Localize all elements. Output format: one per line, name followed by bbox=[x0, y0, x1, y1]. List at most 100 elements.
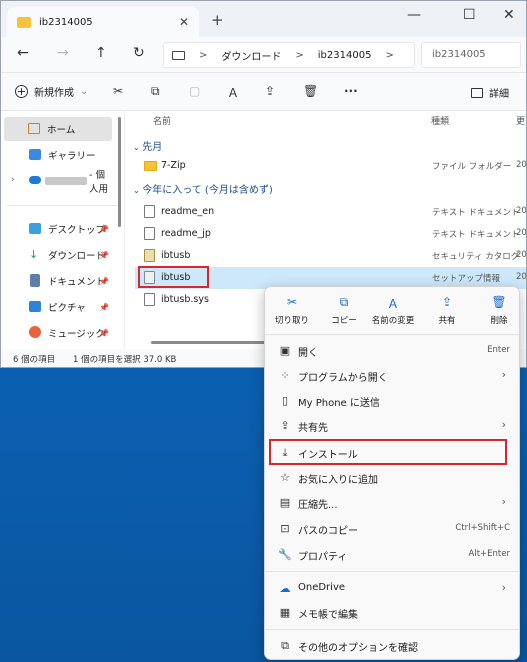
breadcrumb-downloads[interactable]: ダウンロード bbox=[221, 48, 281, 63]
file-date: 20 bbox=[516, 206, 527, 216]
computer-icon bbox=[172, 50, 185, 60]
pictures-icon bbox=[29, 301, 41, 312]
file-row[interactable]: ibtusb セキュリティ カタログ 20 bbox=[136, 245, 526, 267]
details-label: 詳細 bbox=[489, 89, 509, 100]
maximize-button[interactable]: ☐ bbox=[463, 7, 476, 23]
cut-icon[interactable]: ✂ bbox=[113, 84, 123, 98]
column-header-name[interactable]: 名前 bbox=[153, 114, 171, 127]
forward-button[interactable]: → bbox=[57, 45, 69, 61]
search-input[interactable]: ib2314005 bbox=[421, 42, 521, 68]
new-button-label: 新規作成 bbox=[34, 88, 74, 99]
apps-icon: ⁘ bbox=[280, 369, 290, 382]
file-row[interactable]: 7-Zip ファイル フォルダー 20 bbox=[136, 155, 527, 177]
group-header-last-month[interactable]: ⌄ 先月 bbox=[133, 138, 162, 153]
menu-item-label: プロパティ bbox=[298, 552, 348, 563]
more-options-button[interactable]: ··· bbox=[344, 84, 358, 98]
column-header-type[interactable]: 種類 bbox=[431, 114, 449, 127]
details-pane-button[interactable]: 詳細 bbox=[471, 85, 509, 100]
copy-icon[interactable]: ⧉ bbox=[151, 84, 160, 99]
delete-icon[interactable]: 🗑 bbox=[303, 84, 318, 98]
folder-icon bbox=[144, 161, 157, 171]
pin-icon: 📌 bbox=[99, 328, 109, 338]
sidebar-item-home[interactable]: ホーム bbox=[4, 117, 112, 141]
minimize-button[interactable]: — bbox=[407, 7, 421, 23]
rename-icon: Ａ bbox=[386, 297, 399, 311]
new-button[interactable]: + 新規作成 ⌄ bbox=[15, 84, 88, 99]
divider bbox=[7, 205, 117, 206]
cut-button[interactable]: ✂ 切り取り bbox=[267, 295, 317, 331]
menu-item-label: 共有先 bbox=[298, 423, 328, 434]
menu-item-compress[interactable]: ▤ 圧縮先... › bbox=[270, 491, 516, 515]
copy-path-icon: ⊡ bbox=[280, 522, 290, 535]
cut-icon: ✂ bbox=[286, 295, 298, 309]
menu-item-open-with[interactable]: ⁘ プログラムから開く › bbox=[270, 364, 516, 388]
menu-item-share-with[interactable]: ⇪ 共有先 › bbox=[270, 414, 516, 438]
menu-item-label: お気に入りに追加 bbox=[298, 475, 378, 486]
highlight-box-install bbox=[269, 439, 507, 465]
sidebar-item-downloads[interactable]: ↓ ダウンロード 📌 bbox=[5, 243, 113, 267]
redacted-account bbox=[45, 177, 87, 185]
horizontal-scrollbar[interactable] bbox=[151, 341, 271, 344]
share-icon: ⇪ bbox=[280, 419, 290, 432]
group-header-this-year[interactable]: ⌄ 今年に入って (今月は含めず) bbox=[133, 181, 273, 196]
back-button[interactable]: ← bbox=[17, 45, 29, 61]
share-button[interactable]: ⇪ 共有 bbox=[422, 295, 472, 331]
chevron-right-icon[interactable]: › bbox=[11, 175, 15, 185]
sidebar-item-documents[interactable]: ドキュメント 📌 bbox=[5, 269, 113, 293]
delete-button[interactable]: 🗑 削除 bbox=[474, 295, 524, 331]
wrench-icon: 🔧 bbox=[278, 548, 292, 561]
menu-item-more-options[interactable]: ⧉ その他のオプションを確認 bbox=[270, 634, 516, 658]
chevron-down-icon: ⌄ bbox=[133, 186, 143, 195]
sidebar-item-gallery[interactable]: ギャラリー bbox=[5, 143, 113, 167]
plus-icon: + bbox=[15, 85, 28, 98]
file-date: 20 bbox=[516, 160, 527, 170]
sidebar-scrollbar[interactable] bbox=[118, 117, 121, 227]
paste-icon[interactable]: ▢ bbox=[189, 84, 200, 98]
new-tab-button[interactable]: + bbox=[211, 11, 224, 29]
menu-item-label: パスのコピー bbox=[298, 526, 358, 537]
menu-item-add-favorite[interactable]: ☆ お気に入りに追加 bbox=[270, 466, 516, 490]
home-icon bbox=[28, 123, 40, 134]
share-icon[interactable]: ⇪ bbox=[265, 84, 275, 98]
up-button[interactable]: ↑ bbox=[95, 45, 107, 61]
more-options-icon: ⧉ bbox=[281, 639, 289, 652]
sidebar-item-label: ホーム bbox=[47, 125, 76, 136]
menu-item-onedrive[interactable]: ☁ OneDrive › bbox=[270, 577, 516, 601]
tab-ib2314005[interactable]: ib2314005 ✕ bbox=[7, 7, 199, 37]
menu-separator bbox=[265, 629, 519, 630]
sidebar-item-desktop[interactable]: デスクトップ 📌 bbox=[5, 217, 113, 241]
pin-icon: 📌 bbox=[99, 250, 109, 260]
menu-item-label: 圧縮先... bbox=[298, 500, 338, 511]
sidebar-item-label: ピクチャ bbox=[48, 303, 86, 314]
file-row[interactable]: readme_en テキスト ドキュメント 20 bbox=[136, 201, 527, 223]
file-row[interactable]: readme_jp テキスト ドキュメント 20 bbox=[136, 223, 526, 245]
rename-icon[interactable]: Ａ bbox=[227, 84, 239, 101]
close-button[interactable]: ✕ bbox=[503, 7, 515, 23]
copy-label: コピー bbox=[331, 316, 357, 326]
menu-item-send-to-phone[interactable]: ▯ My Phone に送信 bbox=[270, 389, 516, 413]
security-catalog-icon bbox=[144, 249, 155, 262]
sidebar-item-label: - 個人用 bbox=[89, 170, 109, 195]
tab-close-icon[interactable]: ✕ bbox=[179, 15, 189, 29]
menu-item-copy-path[interactable]: ⊡ パスのコピー Ctrl+Shift+C bbox=[270, 517, 516, 541]
sidebar-item-music[interactable]: ミュージック 📌 bbox=[5, 321, 113, 345]
refresh-button[interactable]: ↻ bbox=[133, 45, 145, 61]
breadcrumb[interactable]: > ダウンロード > ib2314005 > bbox=[163, 42, 415, 68]
menu-item-edit-notepad[interactable]: ▦ メモ帳で編集 bbox=[270, 601, 516, 625]
sidebar-item-onedrive[interactable]: › - 個人用 bbox=[5, 169, 113, 195]
column-header-date[interactable]: 更 bbox=[516, 114, 525, 127]
menu-item-open[interactable]: ▣ 開く Enter bbox=[270, 339, 516, 363]
copy-icon: ⧉ bbox=[339, 295, 349, 309]
delete-icon: 🗑 bbox=[491, 295, 507, 309]
breadcrumb-folder[interactable]: ib2314005 bbox=[318, 50, 372, 61]
group-label: 先月 bbox=[142, 142, 163, 153]
group-label: 今年に入って (今月は含めず) bbox=[142, 185, 273, 196]
zip-icon: ▤ bbox=[279, 496, 291, 509]
menu-item-properties[interactable]: 🔧 プロパティ Alt+Enter bbox=[270, 543, 516, 567]
sidebar-item-pictures[interactable]: ピクチャ 📌 bbox=[5, 295, 113, 319]
rename-button[interactable]: Ａ 名前の変更 bbox=[368, 295, 418, 331]
sidebar-item-label: ドキュメント bbox=[48, 277, 106, 288]
copy-button[interactable]: ⧉ コピー bbox=[319, 295, 369, 331]
highlight-box-ibtusb bbox=[138, 266, 209, 288]
tab-title: ib2314005 bbox=[39, 16, 93, 28]
